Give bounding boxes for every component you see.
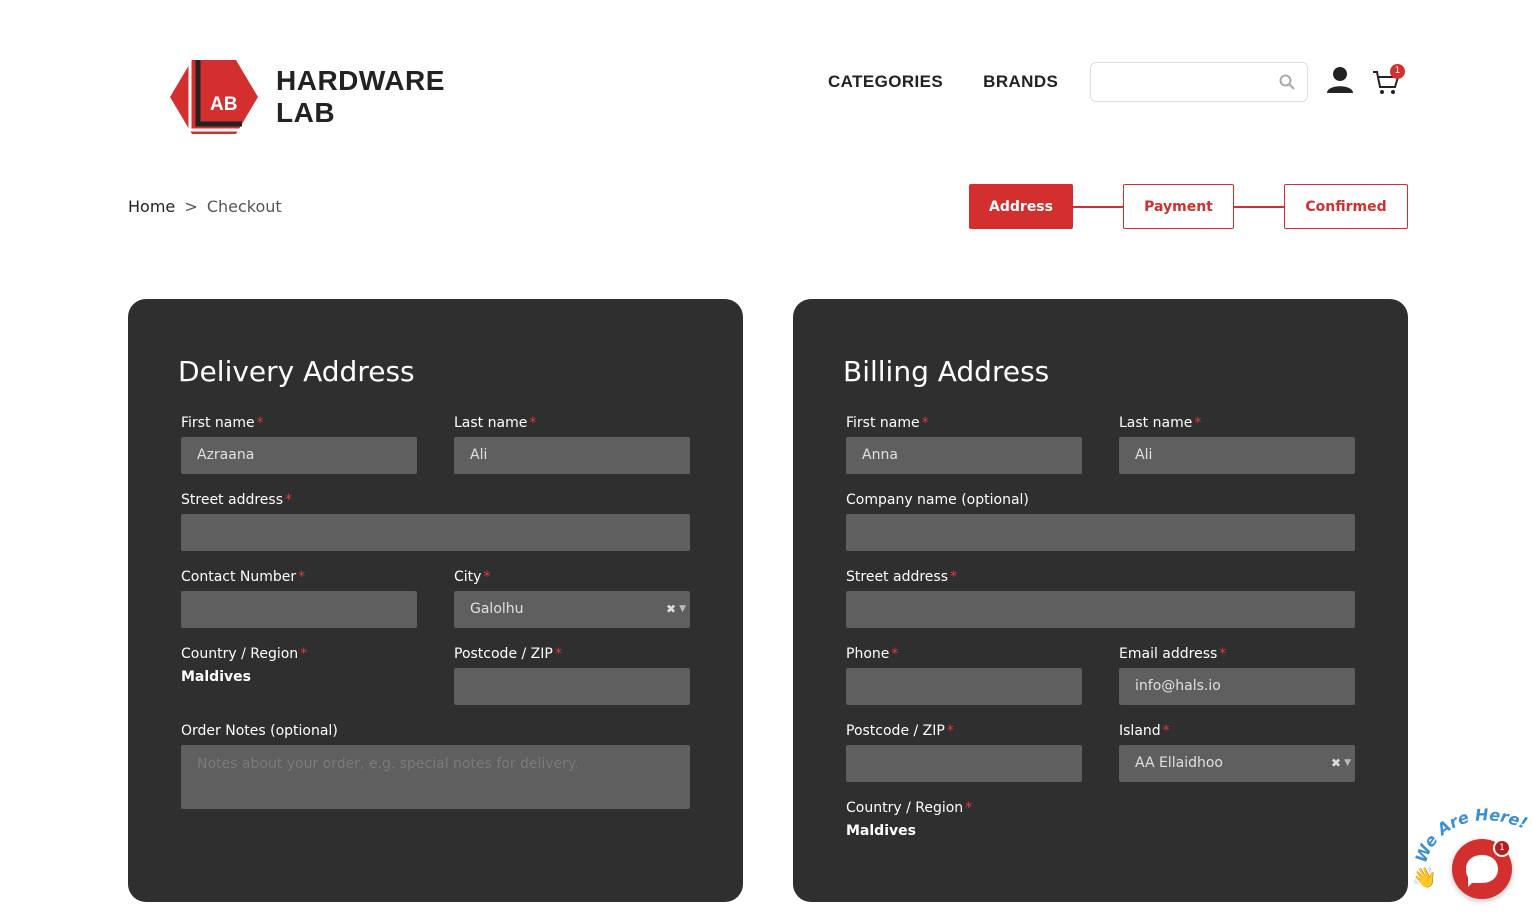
search-input[interactable] — [1091, 63, 1261, 101]
breadcrumb-current: Checkout — [206, 197, 282, 216]
order-notes-textarea[interactable]: Notes about your order, e.g. special not… — [181, 745, 690, 809]
main-nav: CATEGORIES BRANDS — [828, 72, 1058, 92]
user-account-icon[interactable] — [1326, 66, 1354, 94]
search-icon[interactable] — [1279, 74, 1295, 90]
delivery-contact-input[interactable] — [181, 591, 417, 628]
island-label: Island — [1119, 723, 1161, 739]
billing-address-panel: Billing Address First name * Anna Last na… — [793, 299, 1408, 902]
billing-company-input[interactable] — [846, 514, 1355, 551]
first-name-label: First name — [181, 415, 255, 431]
checkout-steps: Address Payment Confirmed — [969, 184, 1408, 229]
delivery-street-input[interactable] — [181, 514, 690, 551]
billing-country-value: Maldives — [846, 823, 916, 839]
billing-first-name-input[interactable]: Anna — [846, 437, 1082, 474]
billing-street-field: Street address * — [846, 568, 1355, 628]
delivery-postcode-input[interactable] — [454, 668, 690, 705]
country-region-label: Country / Region — [846, 800, 964, 816]
billing-phone-field: Phone * — [846, 645, 1082, 705]
step-connector — [1234, 205, 1284, 208]
delivery-title: Delivery Address — [178, 355, 415, 388]
delivery-street-field: Street address * — [181, 491, 690, 551]
delivery-last-name-input[interactable]: Ali — [454, 437, 690, 474]
step-address[interactable]: Address — [969, 184, 1073, 229]
delivery-country-value: Maldives — [181, 669, 251, 685]
breadcrumb: Home > Checkout — [128, 197, 282, 216]
nav-brands-link[interactable]: BRANDS — [983, 72, 1058, 92]
postcode-label: Postcode / ZIP — [846, 723, 945, 739]
phone-label: Phone — [846, 646, 890, 662]
billing-company-field: Company name (optional) — [846, 491, 1355, 551]
logo-mark-text: AB — [210, 94, 237, 115]
billing-last-name-input[interactable]: Ali — [1119, 437, 1355, 474]
billing-title: Billing Address — [843, 355, 1050, 388]
brand-name-line1: HARDWARE — [276, 65, 445, 96]
delivery-first-name-input[interactable]: Azraana — [181, 437, 417, 474]
chevron-down-icon: ▼ — [1344, 758, 1351, 768]
live-chat-widget[interactable]: We Are Here! 👋 1 — [1412, 806, 1532, 906]
breadcrumb-separator: > — [184, 197, 198, 216]
step-confirmed[interactable]: Confirmed — [1284, 184, 1408, 229]
billing-phone-input[interactable] — [846, 668, 1082, 705]
country-region-label: Country / Region — [181, 646, 299, 662]
delivery-last-name-field: Last name * Ali — [454, 414, 690, 474]
last-name-label: Last name — [454, 415, 528, 431]
delivery-contact-field: Contact Number * — [181, 568, 417, 628]
brand-logo[interactable]: AB HARDWARE LAB — [170, 58, 445, 136]
billing-email-input[interactable]: info@hals.io — [1119, 668, 1355, 705]
step-payment[interactable]: Payment — [1123, 184, 1234, 229]
delivery-postcode-field: Postcode / ZIP * — [454, 645, 690, 705]
city-selected-value: Galolhu — [470, 601, 524, 617]
chevron-down-icon: ▼ — [679, 604, 686, 614]
billing-first-name-field: First name * Anna — [846, 414, 1082, 474]
chat-notification-badge: 1 — [1493, 839, 1511, 857]
delivery-notes-field: Order Notes (optional) Notes about your … — [181, 722, 690, 809]
billing-email-field: Email address * info@hals.io — [1119, 645, 1355, 705]
step-connector — [1073, 205, 1123, 208]
cart-count-badge: 1 — [1390, 64, 1405, 79]
billing-country-field: Country / Region * Maldives — [846, 799, 1082, 839]
billing-postcode-input[interactable] — [846, 745, 1082, 782]
billing-postcode-field: Postcode / ZIP * — [846, 722, 1082, 782]
order-notes-label: Order Notes (optional) — [181, 723, 338, 739]
billing-street-input[interactable] — [846, 591, 1355, 628]
nav-categories-link[interactable]: CATEGORIES — [828, 72, 943, 92]
delivery-first-name-field: First name * Azraana — [181, 414, 417, 474]
street-address-label: Street address — [181, 492, 283, 508]
hardware-lab-logo-icon: AB — [170, 60, 258, 134]
clear-selection-icon[interactable]: ✖ — [666, 591, 676, 628]
brand-name-line2: LAB — [276, 97, 336, 128]
breadcrumb-home-link[interactable]: Home — [128, 197, 175, 216]
city-label: City — [454, 569, 482, 585]
billing-last-name-field: Last name * Ali — [1119, 414, 1355, 474]
waving-hand-icon: 👋 — [1412, 865, 1437, 889]
clear-selection-icon[interactable]: ✖ — [1331, 745, 1341, 782]
last-name-label: Last name — [1119, 415, 1193, 431]
delivery-city-select[interactable]: Galolhu ✖ ▼ — [454, 591, 690, 628]
search-box — [1090, 62, 1308, 102]
first-name-label: First name — [846, 415, 920, 431]
billing-island-field: Island * AA Ellaidhoo ✖ ▼ — [1119, 722, 1355, 782]
delivery-country-field: Country / Region * Maldives — [181, 645, 417, 685]
billing-island-select[interactable]: AA Ellaidhoo ✖ ▼ — [1119, 745, 1355, 782]
postcode-label: Postcode / ZIP — [454, 646, 553, 662]
street-address-label: Street address — [846, 569, 948, 585]
delivery-address-panel: Delivery Address First name * Azraana Las… — [128, 299, 743, 902]
email-address-label: Email address — [1119, 646, 1218, 662]
delivery-city-field: City * Galolhu ✖ ▼ — [454, 568, 690, 628]
contact-number-label: Contact Number — [181, 569, 297, 585]
island-selected-value: AA Ellaidhoo — [1135, 755, 1223, 771]
company-name-label: Company name (optional) — [846, 492, 1029, 508]
